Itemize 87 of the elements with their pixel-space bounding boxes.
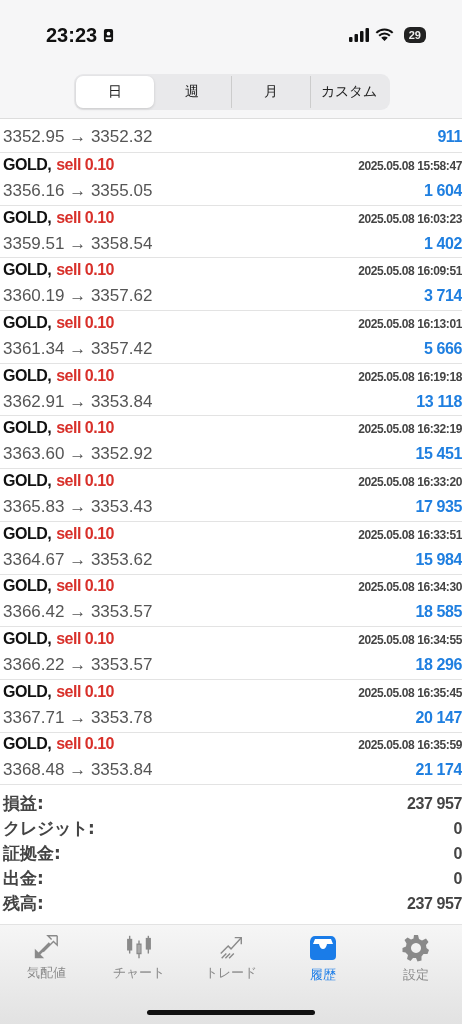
period-tab[interactable]: 週 — [153, 76, 231, 108]
settings-icon — [400, 933, 431, 964]
order-type: sell 0.10 — [56, 366, 114, 385]
order-type: sell 0.10 — [56, 471, 114, 490]
symbol-label: GOLD, — [3, 577, 52, 596]
price-range: 3356.16 → 3355.05 — [3, 180, 153, 201]
price-range: 3364.67 → 3353.62 — [3, 549, 153, 570]
profit-value: 5 666 — [423, 339, 462, 358]
order-type: sell 0.10 — [56, 577, 114, 596]
symbol-label: GOLD, — [3, 471, 52, 490]
deal-time: 2025.05.08 16:33:51 — [358, 527, 462, 542]
deal-time: 2025.05.08 16:03:23 — [358, 211, 462, 226]
deal-time: 2025.05.08 16:35:45 — [358, 685, 462, 700]
symbol-label: GOLD, — [3, 313, 52, 332]
summary-label: 残高: — [3, 892, 44, 916]
deal-time: 2025.05.08 16:13:01 — [358, 316, 462, 331]
deal-time: 2025.05.08 16:19:18 — [358, 369, 462, 384]
order-type: sell 0.10 — [56, 208, 114, 227]
symbol-label: GOLD, — [3, 682, 52, 701]
profit-value: 15 451 — [415, 445, 462, 464]
price-range: 3362.91 → 3353.84 — [3, 391, 153, 412]
symbol-label: GOLD, — [3, 208, 52, 227]
profit-value: 1 604 — [423, 181, 462, 200]
profit-value: 21 174 — [415, 761, 462, 780]
symbol-label: GOLD, — [3, 366, 52, 385]
nav-tab[interactable]: トレード — [184, 931, 278, 987]
profit-value: 20 147 — [415, 708, 462, 727]
wifi-icon — [374, 28, 394, 42]
nav-tab[interactable]: チャート — [92, 931, 185, 987]
price-range: 3365.83 → 3353.43 — [3, 496, 153, 517]
profit-value: 1 402 — [423, 234, 462, 253]
summary-label: クレジット: — [3, 817, 95, 841]
profit-value: 13 118 — [416, 392, 462, 411]
nav-tab[interactable]: 履歴 — [277, 931, 370, 987]
signal-icon — [348, 28, 369, 42]
order-type: sell 0.10 — [56, 630, 114, 649]
summary-value: 237 957 — [406, 794, 462, 813]
symbol-label: GOLD, — [3, 630, 52, 649]
nav-tab[interactable]: 設定 — [369, 931, 462, 987]
order-type: sell 0.10 — [56, 419, 114, 438]
price-range: 3366.22 → 3353.57 — [3, 655, 153, 676]
summary-label: 証拠金: — [3, 842, 61, 866]
symbol-label: GOLD, — [3, 524, 52, 543]
profit-value: 18 585 — [415, 603, 462, 622]
price-range: 3366.42 → 3353.57 — [3, 602, 153, 623]
symbol-label: GOLD, — [3, 261, 52, 280]
summary-label: 損益: — [3, 792, 44, 816]
summary-label: 出金: — [3, 867, 44, 891]
deal-time: 2025.05.08 16:35:59 — [358, 738, 462, 753]
profit-value: 911 — [437, 127, 462, 146]
symbol-label: GOLD, — [3, 155, 52, 174]
symbol-label: GOLD, — [3, 735, 52, 754]
price-range: 3367.71 → 3353.78 — [3, 707, 153, 728]
order-type: sell 0.10 — [56, 524, 114, 543]
period-tab[interactable]: 月 — [231, 76, 310, 108]
order-type: sell 0.10 — [56, 682, 114, 701]
deal-time: 2025.05.08 16:33:20 — [358, 474, 462, 489]
summary-value: 0 — [453, 844, 462, 863]
status-time: 23:23 — [46, 23, 98, 47]
battery-level: 29 — [403, 27, 426, 43]
summary-value: 0 — [453, 869, 462, 888]
price-range: 3352.95 → 3352.32 — [3, 126, 153, 147]
price-range: 3360.19 → 3357.62 — [3, 286, 153, 307]
summary-value: 0 — [453, 819, 462, 838]
nav-tab[interactable]: 気配値 — [0, 931, 93, 987]
period-tab[interactable]: 日 — [76, 76, 154, 108]
order-type: sell 0.10 — [56, 313, 114, 332]
symbol-label: GOLD, — [3, 419, 52, 438]
price-range: 3359.51 → 3358.54 — [3, 233, 153, 254]
deal-time: 2025.05.08 16:32:19 — [358, 422, 462, 437]
badge-icon — [103, 27, 115, 43]
deal-time: 2025.05.08 16:34:30 — [358, 580, 462, 595]
profit-value: 18 296 — [415, 656, 462, 675]
profit-value: 17 935 — [415, 497, 462, 516]
deal-time: 2025.05.08 16:34:55 — [358, 633, 462, 648]
deal-time: 2025.05.08 15:58:47 — [358, 158, 462, 173]
profit-value: 15 984 — [415, 550, 462, 569]
deal-time: 2025.05.08 16:09:51 — [358, 264, 462, 279]
order-type: sell 0.10 — [56, 155, 114, 174]
order-type: sell 0.10 — [56, 261, 114, 280]
summary-value: 237 957 — [406, 894, 462, 913]
period-tab[interactable]: カスタム — [309, 76, 388, 108]
profit-value: 3 714 — [423, 287, 462, 306]
price-range: 3368.48 → 3353.84 — [3, 760, 153, 781]
price-range: 3363.60 → 3352.92 — [3, 444, 153, 465]
price-range: 3361.34 → 3357.42 — [3, 338, 153, 359]
order-type: sell 0.10 — [56, 735, 114, 754]
